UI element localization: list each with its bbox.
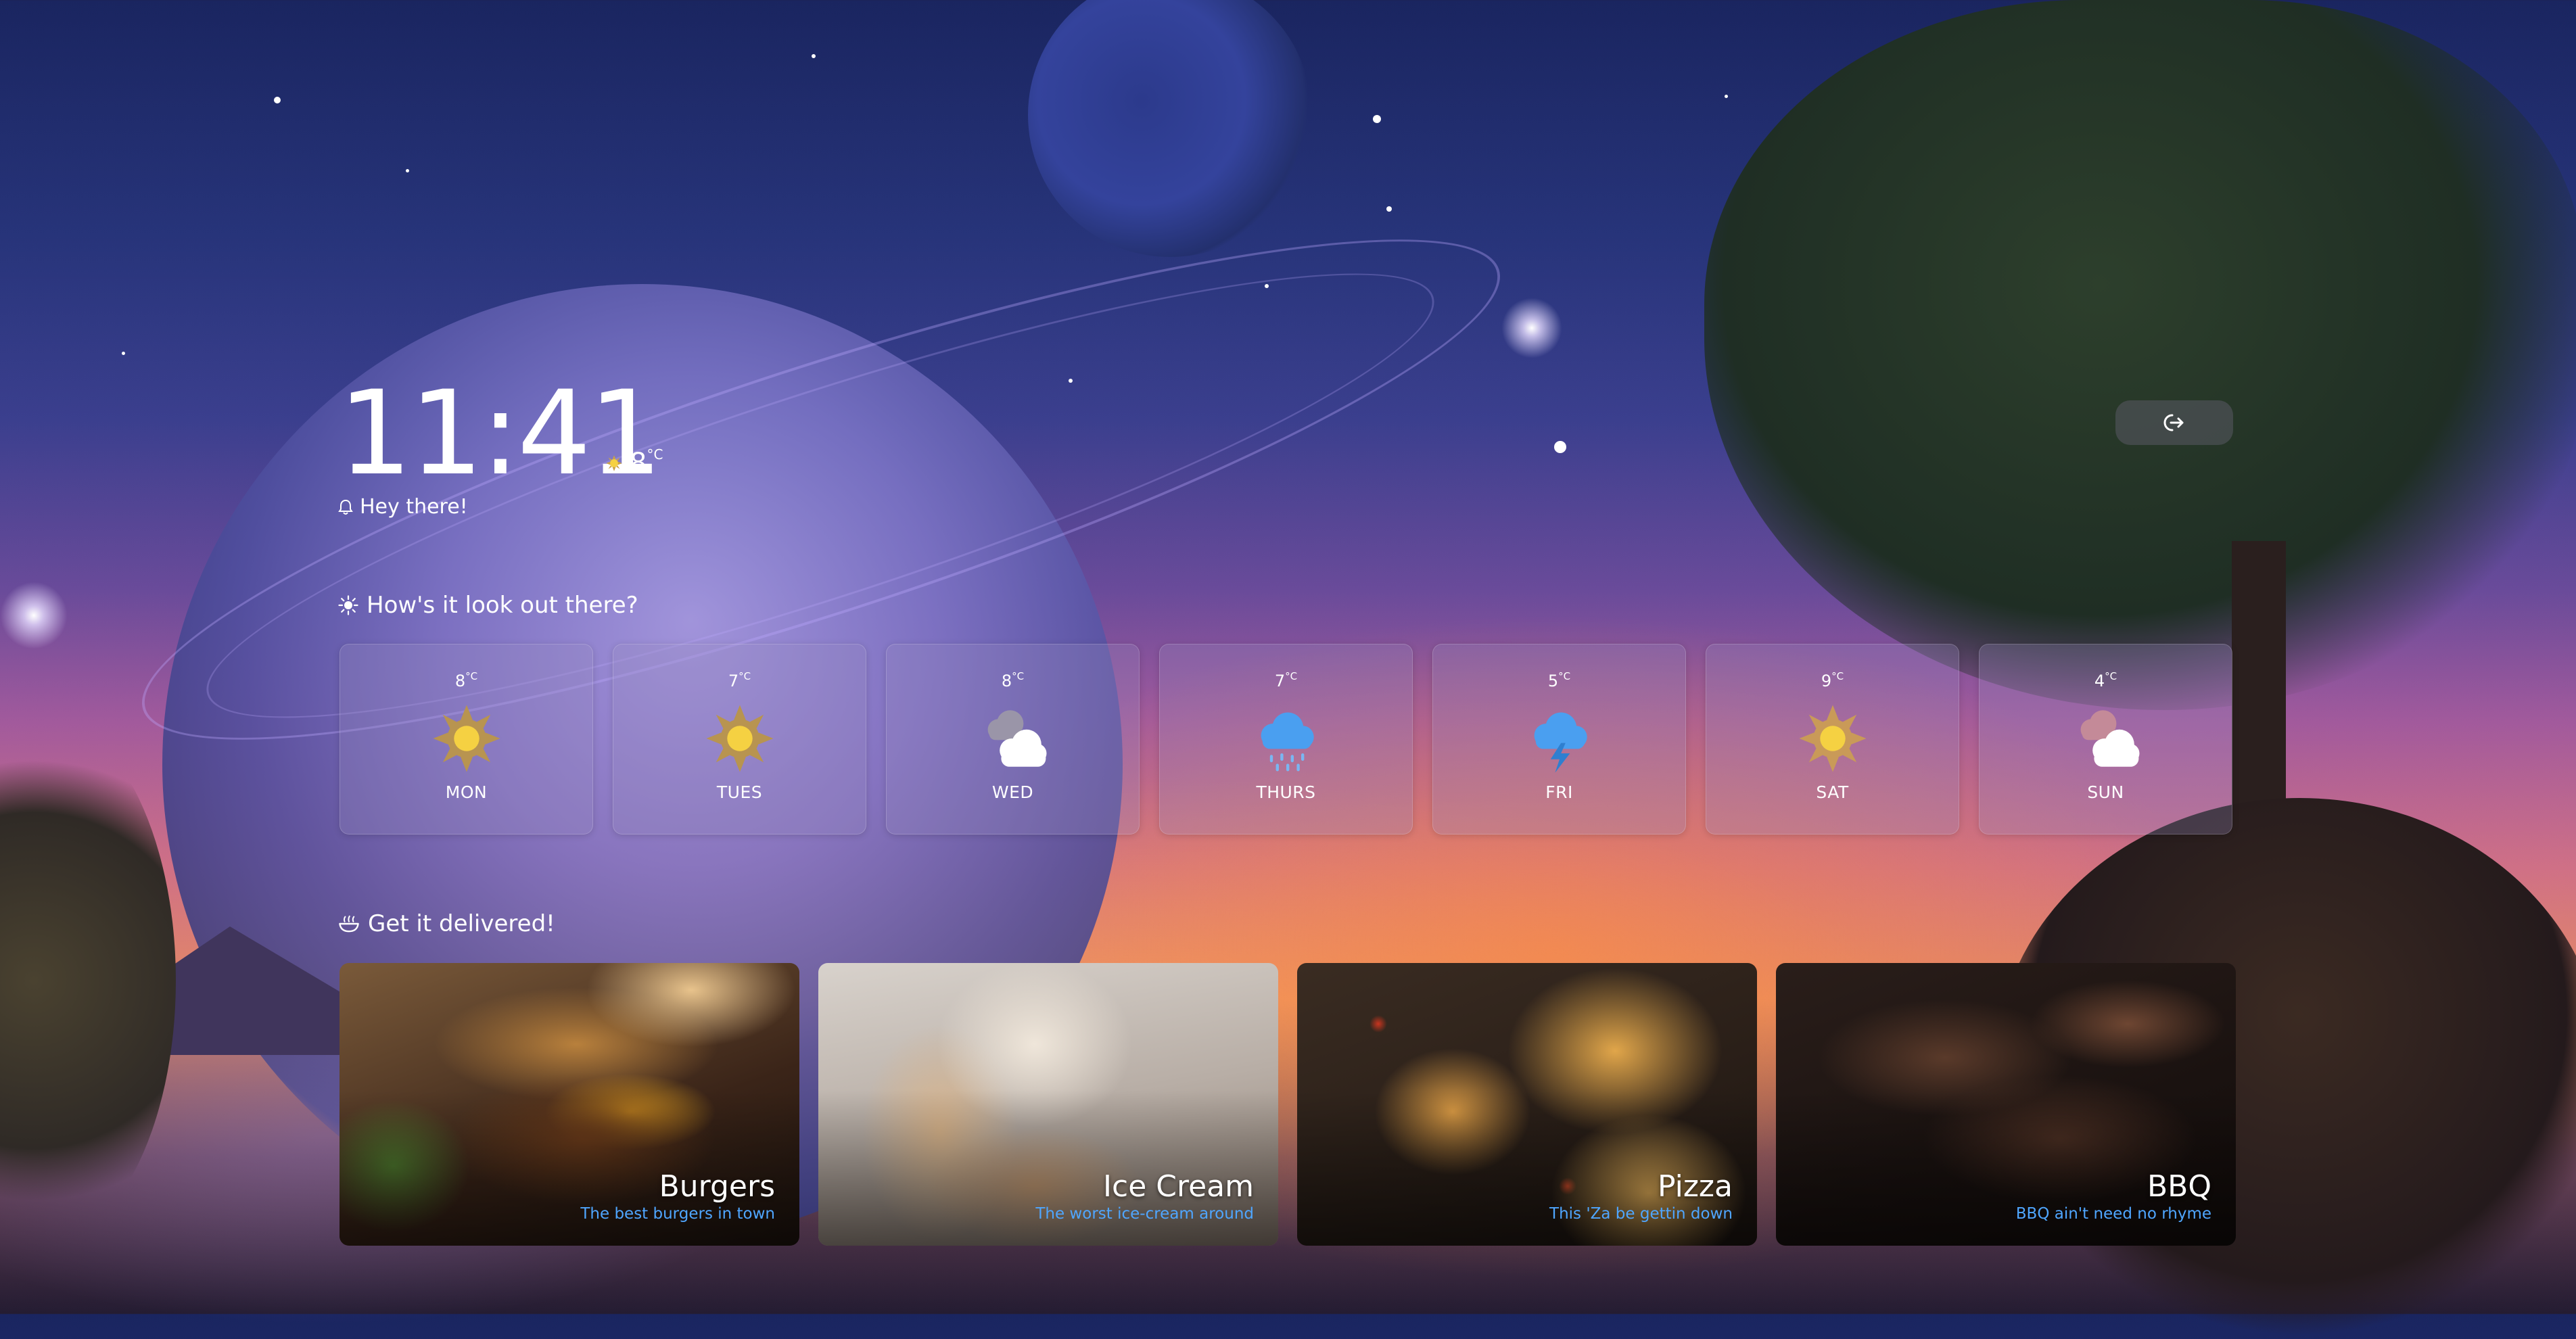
forecast-temp: 7 <box>728 672 739 690</box>
food-name: BBQ <box>2147 1169 2211 1204</box>
forecast-temp: 8 <box>1001 672 1012 690</box>
cloudy-icon <box>2080 710 2139 767</box>
logout-button[interactable] <box>2115 400 2233 445</box>
forecast-unit: °C <box>2105 670 2117 682</box>
forecast-temp: 8 <box>454 672 466 690</box>
forecast-day: SUN <box>2087 782 2124 802</box>
star <box>406 169 409 172</box>
forecast-day: TUES <box>716 782 763 802</box>
star <box>1373 115 1381 123</box>
star <box>812 54 816 58</box>
greeting: Hey there! <box>338 495 468 519</box>
delivery-heading: Get it delivered! <box>338 910 555 937</box>
star <box>1554 441 1566 453</box>
small-planet <box>1028 0 1312 257</box>
food-tagline: The best burgers in town <box>580 1205 775 1223</box>
forecast-day: FRI <box>1545 782 1573 802</box>
current-temp: 8 <box>630 448 647 479</box>
forecast-day: THURS <box>1256 782 1316 802</box>
sunny-icon <box>706 705 773 772</box>
food-name: Burgers <box>659 1169 775 1204</box>
star <box>1725 95 1728 98</box>
star <box>1069 379 1073 383</box>
logout-icon <box>2163 414 2184 431</box>
forecast-day: WED <box>991 782 1034 802</box>
rain-icon <box>1261 712 1314 772</box>
sun-icon <box>606 455 622 471</box>
forecast-card-tues[interactable]: 7°C TUES <box>613 644 866 835</box>
greeting-text: Hey there! <box>360 495 468 519</box>
food-card-pizza[interactable]: Pizza This 'Za be gettin down <box>1297 963 1757 1246</box>
delivery-row: Burgers The best burgers in town Ice Cre… <box>339 963 2236 1246</box>
forecast-unit: °C <box>1285 670 1298 682</box>
forecast-day: MON <box>445 782 488 802</box>
forecast-row: 8°C MON 7°C TUES 8°C WED 7°C THURS 5°C F… <box>339 644 2232 835</box>
forecast-card-mon[interactable]: 8°C MON <box>339 644 593 835</box>
bowl-icon <box>339 915 359 933</box>
cloudy-icon <box>987 710 1046 767</box>
forecast-card-fri[interactable]: 5°C FRI <box>1432 644 1686 835</box>
food-tagline: BBQ ain't need no rhyme <box>2015 1205 2211 1223</box>
forecast-heading: How's it look out there? <box>338 592 638 619</box>
star-flare <box>1501 298 1562 358</box>
delivery-title: Get it delivered! <box>368 910 555 937</box>
current-temp-unit: °C <box>647 446 663 463</box>
forecast-unit: °C <box>739 670 751 682</box>
forecast-temp: 4 <box>2094 672 2105 690</box>
star <box>1386 206 1392 212</box>
forecast-unit: °C <box>1831 670 1844 682</box>
forecast-card-thurs[interactable]: 7°C THURS <box>1159 644 1413 835</box>
forecast-unit: °C <box>465 670 478 682</box>
food-name: Pizza <box>1658 1169 1733 1204</box>
forecast-temp: 9 <box>1821 672 1832 690</box>
food-card-burgers[interactable]: Burgers The best burgers in town <box>339 963 799 1246</box>
forecast-day: SAT <box>1816 782 1849 802</box>
sunny-icon <box>1799 705 1866 772</box>
forecast-title: How's it look out there? <box>367 592 638 619</box>
sun-outline-icon <box>338 595 358 615</box>
food-card-ice-cream[interactable]: Ice Cream The worst ice-cream around <box>818 963 1278 1246</box>
bell-icon <box>338 499 353 515</box>
star-flare <box>0 582 68 649</box>
forecast-unit: °C <box>1558 670 1571 682</box>
forecast-card-wed[interactable]: 8°C WED <box>886 644 1140 835</box>
forecast-temp: 5 <box>1547 672 1559 690</box>
food-tagline: The worst ice-cream around <box>1035 1205 1254 1223</box>
star <box>274 97 281 103</box>
food-tagline: This 'Za be gettin down <box>1549 1205 1733 1223</box>
star <box>1265 284 1269 288</box>
food-name: Ice Cream <box>1103 1169 1254 1204</box>
sunny-icon <box>433 705 500 772</box>
current-weather: 8°C <box>605 446 663 479</box>
tree-canopy <box>1704 0 2576 710</box>
forecast-card-sat[interactable]: 9°C SAT <box>1706 644 1959 835</box>
forecast-temp: 7 <box>1274 672 1286 690</box>
forecast-unit: °C <box>1012 670 1025 682</box>
star <box>122 352 125 355</box>
forecast-card-sun[interactable]: 4°C SUN <box>1979 644 2232 835</box>
thunderstorm-icon <box>1534 712 1587 773</box>
food-card-bbq[interactable]: BBQ BBQ ain't need no rhyme <box>1776 963 2236 1246</box>
